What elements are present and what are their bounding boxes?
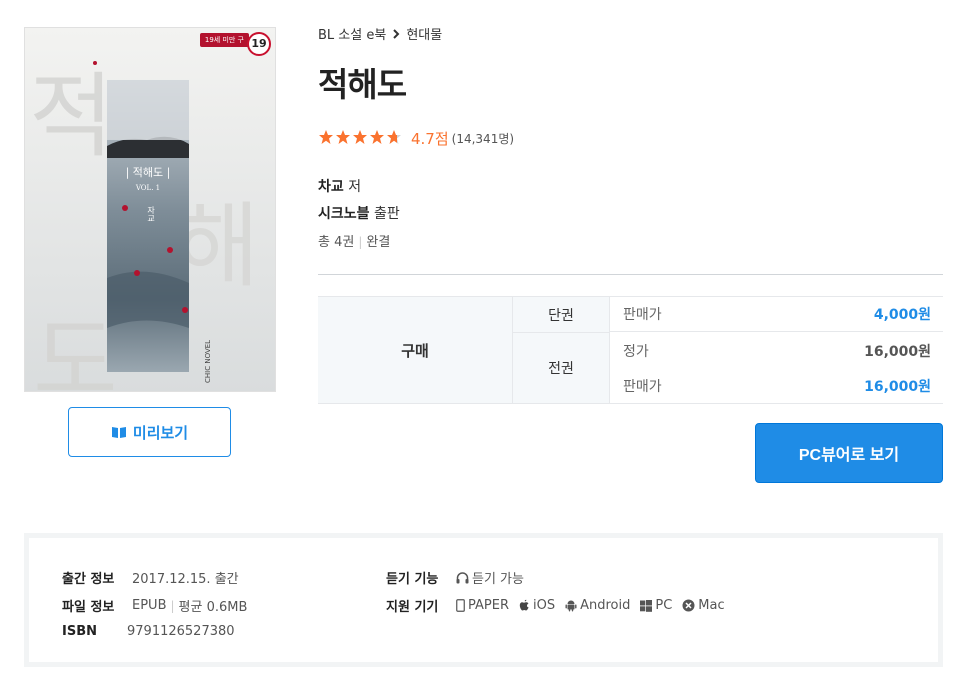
preview-button[interactable]: 미리보기 [68, 407, 231, 457]
windows-icon [640, 599, 653, 612]
pc-viewer-button[interactable]: PC뷰어로 보기 [755, 423, 943, 483]
info-value: 2017.12.15. 출간 [132, 572, 239, 587]
devices-row: 지원 기기 PAPER iOS Android PC Mac [386, 596, 735, 615]
publisher-name[interactable]: 시크노블 [318, 206, 370, 222]
price-label: 판매가 [623, 378, 662, 395]
price-value: 16,000원 [864, 343, 931, 360]
age-warning-strip: 19세 미만 구 [199, 33, 249, 47]
isbn-value: 9791126527380 [127, 624, 235, 639]
breadcrumb-subcategory[interactable]: 현대물 [406, 24, 442, 43]
rating-score: 4.7점 [411, 130, 449, 148]
price-value: 16,000원 [864, 378, 931, 395]
publish-info-row: 출간 정보 2017.12.15. 출간 [62, 568, 239, 587]
info-label: 지원 기기 [386, 600, 439, 615]
volume-info: 총 4권 | 완결 [318, 231, 390, 250]
book-info-box: 출간 정보 2017.12.15. 출간 파일 정보 EPUB | 평균 0.6… [24, 533, 943, 667]
publisher-logo: CHIC NOVEL [204, 340, 212, 383]
author-suffix: 저 [348, 179, 362, 195]
book-title: 적해도 [318, 65, 407, 104]
listen-row: 듣기 기능 듣기 가능 [386, 568, 534, 587]
ereader-icon [456, 599, 465, 612]
author-name[interactable]: 차교 [318, 179, 344, 195]
rating-count: (14,341명) [451, 132, 515, 146]
listen-value: 듣기 가능 [472, 572, 524, 587]
device-paper: PAPER [456, 598, 509, 613]
single-volume-label: 단권 [513, 297, 610, 333]
divider: | [358, 235, 363, 249]
publisher-line: 시크노블 출판 [318, 203, 400, 223]
info-label: ISBN [62, 624, 97, 639]
file-size: 평균 0.6MB [178, 600, 248, 615]
svg-text:적: 적 [29, 63, 114, 170]
price-value: 4,000원 [873, 307, 931, 323]
divider [318, 274, 943, 275]
preview-button-label: 미리보기 [132, 424, 189, 442]
all-sale-row: 판매가 16,000원 [610, 368, 943, 403]
macos-icon [682, 599, 695, 612]
publisher-suffix: 출판 [373, 206, 400, 222]
svg-text:도: 도 [33, 308, 118, 392]
divider: | [170, 598, 175, 613]
book-cover[interactable]: 적 해 도 | 적해도 | VOL. 1 자교 CHIC NOVEL 19세 미… [24, 27, 276, 392]
device-pc: PC [640, 598, 672, 613]
headphones-icon [456, 571, 469, 583]
breadcrumb: BL 소설 e북 현대물 [318, 24, 442, 43]
cover-art-author: 자교 [146, 206, 155, 222]
all-volumes-label: 전권 [513, 333, 610, 403]
device-label: PAPER [468, 598, 509, 613]
cover-art-vol: VOL. 1 [135, 184, 160, 192]
chevron-right-icon [393, 28, 400, 39]
info-label: 출간 정보 [62, 572, 115, 587]
device-label: PC [655, 598, 673, 613]
device-mac: Mac [682, 598, 725, 613]
device-android: Android [565, 598, 630, 613]
author-line: 차교 저 [318, 176, 361, 196]
device-label: Mac [698, 598, 725, 613]
price-label: 판매가 [623, 307, 662, 323]
breadcrumb-category[interactable]: BL 소설 e북 [318, 24, 386, 43]
age-rating-badge: 19 [247, 32, 271, 56]
completion-status: 완결 [366, 235, 391, 250]
info-label: 파일 정보 [62, 600, 115, 615]
file-format: EPUB [132, 598, 167, 613]
apple-icon [519, 599, 529, 611]
buy-label: 구매 [318, 297, 513, 403]
device-label: Android [580, 598, 631, 613]
android-icon [565, 600, 577, 612]
cover-art: 적 해 도 | 적해도 | VOL. 1 자교 CHIC NOVEL [25, 28, 275, 392]
star-rating-icon [318, 129, 404, 149]
file-info-row: 파일 정보 EPUB | 평균 0.6MB [62, 596, 247, 615]
device-label: iOS [533, 598, 556, 613]
price-label: 정가 [623, 343, 649, 360]
isbn-row: ISBN 9791126527380 [62, 624, 235, 639]
rating: 4.7점 (14,341명) [318, 128, 514, 149]
all-list-row: 정가 16,000원 [610, 333, 943, 368]
listen-available: 듣기 가능 [456, 568, 524, 587]
device-ios: iOS [519, 598, 555, 613]
volume-total: 총 4권 [318, 235, 355, 250]
cover-art-title: | 적해도 | [126, 165, 171, 180]
single-sale-row: 판매가 4,000원 [610, 297, 943, 332]
price-table: 구매 단권 전권 판매가 4,000원 정가 16,000원 판매가 16,00… [318, 296, 943, 404]
info-label: 듣기 기능 [386, 572, 439, 587]
book-icon [111, 426, 126, 438]
